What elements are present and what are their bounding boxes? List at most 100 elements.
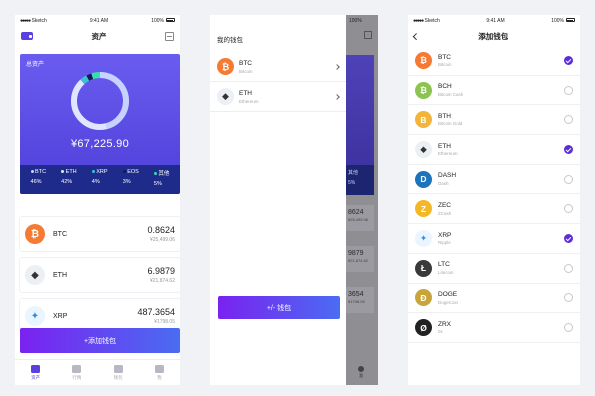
wallet-switch-icon[interactable] bbox=[21, 32, 33, 40]
coin-amount: 8624 bbox=[348, 209, 364, 216]
coin-amount: 487.3654 bbox=[137, 307, 175, 317]
legend-other-pct: 5% bbox=[348, 180, 356, 186]
nav-bar: 添加钱包 bbox=[408, 26, 580, 46]
legend-dot bbox=[122, 170, 126, 174]
legend-name: 其他 bbox=[158, 171, 170, 177]
coin-symbol: LTC bbox=[438, 261, 450, 269]
bch-coin-icon: ₿ bbox=[415, 81, 432, 99]
legend-pct: 3% bbox=[122, 179, 131, 185]
coin-symbol: DASH bbox=[438, 172, 457, 180]
ltc-coin-icon: Ł bbox=[415, 259, 432, 277]
add-wallet-button[interactable]: +添加钱包 bbox=[20, 328, 180, 353]
coin-symbol: BTC bbox=[53, 230, 67, 238]
unchecked-icon[interactable] bbox=[564, 85, 573, 95]
tab-wallet[interactable]: 资产 bbox=[31, 364, 41, 381]
tab-chart[interactable]: 行情 bbox=[72, 364, 82, 381]
tab-briefcase[interactable]: 钱包 bbox=[113, 364, 123, 381]
coin-row-btc[interactable]: ₿ BTC 0.8624 ¥25,499.06 bbox=[20, 217, 180, 251]
btc-coin-icon: ₿ bbox=[415, 51, 432, 69]
tab-label: 钱包 bbox=[113, 374, 123, 380]
unchecked-icon[interactable] bbox=[564, 204, 573, 214]
legend-pct: 42% bbox=[61, 179, 73, 185]
coin-option-btc[interactable]: ₿ BTC Bitcoin bbox=[408, 46, 580, 76]
coin-cny: ¥1798.05 bbox=[348, 299, 365, 304]
carrier: Sketch bbox=[31, 17, 47, 24]
user-icon bbox=[154, 364, 164, 373]
coin-option-dash[interactable]: D DASH Dash bbox=[408, 165, 580, 195]
coin-option-eth[interactable]: ◆ ETH Ethereum bbox=[408, 135, 580, 165]
coin-option-doge[interactable]: Ð DOGE DogeCoin bbox=[408, 284, 580, 314]
status-time: 9:41 AM bbox=[89, 17, 109, 24]
status-time: 9:41 AM bbox=[486, 17, 505, 24]
tab-bar: 资产 行情 钱包 我 bbox=[15, 359, 180, 385]
checked-icon[interactable] bbox=[564, 144, 573, 154]
dash-coin-icon: D bbox=[415, 170, 432, 188]
eth-coin-icon: ◆ bbox=[25, 265, 45, 285]
legend-pct: 5% bbox=[153, 181, 162, 187]
coin-amount: 3654 bbox=[348, 291, 364, 298]
checked-icon[interactable] bbox=[564, 55, 573, 65]
manage-wallets-button[interactable]: +/- 钱包 bbox=[218, 296, 340, 319]
unchecked-icon[interactable] bbox=[564, 323, 573, 333]
xrp-coin-icon: ✦ bbox=[415, 229, 432, 247]
tab-me-partial: 我 bbox=[354, 366, 368, 379]
coin-row-eth[interactable]: ◆ ETH 6.9879 ¥21,874.62 bbox=[20, 258, 180, 292]
status-bar: ●●●●● Sketch 9:41 AM 100% bbox=[408, 15, 580, 26]
dimmed-background[interactable]: 100% 其他 5% 8624 ¥25,499.06 9879 ¥21,874.… bbox=[346, 15, 378, 385]
allocation-donut-chart bbox=[71, 72, 129, 130]
coin-cny-value: ¥25,499.06 bbox=[149, 237, 175, 243]
coin-name: 0x bbox=[438, 329, 443, 335]
coin-option-ltc[interactable]: Ł LTC Litecoin bbox=[408, 254, 580, 284]
legend-name: ETH bbox=[65, 169, 77, 175]
legend-item: XRP 4% bbox=[91, 169, 108, 194]
status-bar: ●●●●● Sketch 9:41 AM 100% bbox=[15, 15, 180, 26]
legend-item: BTC 46% bbox=[30, 169, 46, 194]
chevron-right-icon bbox=[334, 93, 340, 100]
legend-name: XRP bbox=[96, 169, 108, 175]
coin-row-partial: 3654 ¥1798.05 bbox=[346, 287, 374, 313]
legend-name: EOS bbox=[127, 169, 139, 175]
coin-option-bch[interactable]: ₿ BCH Bitcoin Cash bbox=[408, 76, 580, 106]
total-assets-value: ¥67,225.90 bbox=[70, 138, 130, 150]
briefcase-icon bbox=[113, 364, 123, 373]
wallet-item-btc[interactable]: ₿ BTC Bitcoin bbox=[210, 52, 346, 82]
wallet-item-eth[interactable]: ◆ ETH Ethereum bbox=[210, 82, 346, 112]
unchecked-icon[interactable] bbox=[564, 115, 573, 125]
coin-option-xrp[interactable]: ✦ XRP Ripple bbox=[408, 224, 580, 254]
unchecked-icon[interactable] bbox=[564, 293, 573, 303]
coin-option-zrx[interactable]: Ø ZRX 0x bbox=[408, 313, 580, 343]
tab-label: 行情 bbox=[72, 374, 82, 380]
btc-coin-icon: ₿ bbox=[25, 224, 45, 244]
legend-item: EOS 3% bbox=[122, 169, 139, 194]
checked-icon[interactable] bbox=[564, 233, 573, 243]
coin-symbol: ETH bbox=[53, 271, 67, 279]
battery-text: 100% bbox=[551, 17, 564, 24]
status-battery-partial: 100% bbox=[349, 18, 362, 24]
user-icon bbox=[358, 366, 364, 372]
unchecked-icon[interactable] bbox=[564, 263, 573, 273]
legend-pct: 46% bbox=[30, 179, 42, 185]
battery-icon bbox=[565, 18, 575, 23]
total-assets-card: 总资产 ¥67,225.90 BTC 46% ETH 42% XRP 4% EOS 3% 其他 5… bbox=[20, 54, 180, 194]
bth-coin-icon: B bbox=[415, 111, 432, 129]
zec-coin-icon: Z bbox=[415, 200, 432, 218]
coin-name: Litecoin bbox=[438, 269, 454, 275]
wallet-drawer: 我的钱包 ₿ BTC Bitcoin ◆ ETH Ethereum +/- 钱包 bbox=[210, 15, 346, 385]
coin-amount: 9879 bbox=[348, 250, 364, 257]
legend-item: ETH 42% bbox=[61, 169, 77, 194]
battery-text: 100% bbox=[151, 17, 164, 24]
coin-symbol: ETH bbox=[438, 142, 451, 150]
drawer-title: 我的钱包 bbox=[217, 37, 243, 44]
unchecked-icon[interactable] bbox=[564, 174, 573, 184]
back-icon[interactable] bbox=[413, 32, 420, 40]
tab-label: 资产 bbox=[31, 374, 41, 380]
total-assets-label: 总资产 bbox=[26, 62, 45, 68]
tab-user[interactable]: 我 bbox=[154, 364, 164, 381]
coin-option-bth[interactable]: B BTH Bitcoin Gold bbox=[408, 105, 580, 136]
scan-icon[interactable] bbox=[165, 31, 174, 41]
coin-option-zec[interactable]: Z ZEC ZCash bbox=[408, 194, 580, 225]
legend-pct: 4% bbox=[91, 179, 100, 185]
coin-symbol: ZEC bbox=[438, 202, 451, 210]
coin-name: Bitcoin bbox=[438, 62, 452, 68]
coin-name: Bitcoin Gold bbox=[438, 121, 463, 127]
